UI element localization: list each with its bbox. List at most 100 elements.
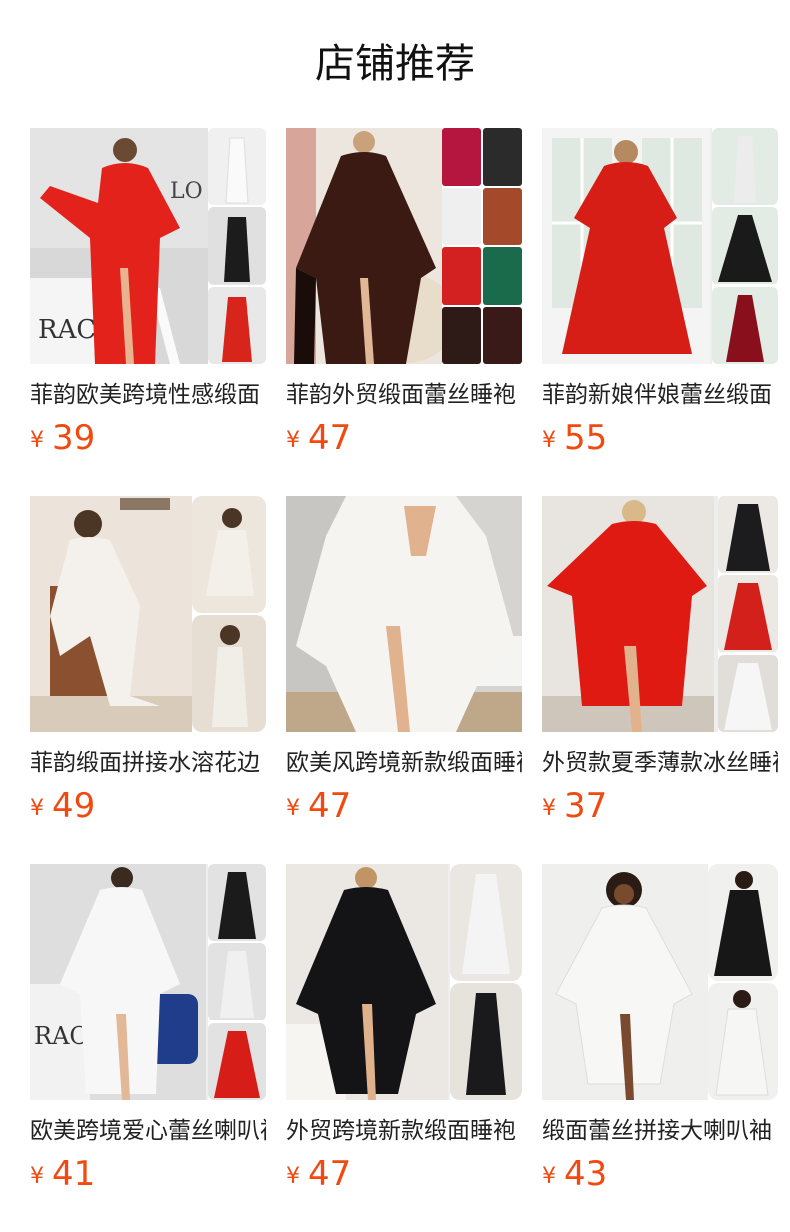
product-grid: RAC LO 菲韵欧美跨境性感缎面 ¥39 菲韵外贸缎面蕾丝睡袍 ¥ 47 菲韵… (30, 128, 780, 1220)
price-value: 49 (52, 786, 96, 826)
product-photo (286, 128, 442, 364)
variant-thumbnails (208, 128, 266, 364)
price-value: 37 (564, 786, 608, 826)
currency-symbol: ¥ (286, 796, 300, 821)
product-price: ¥39 (30, 418, 266, 458)
price-value: 39 (52, 418, 96, 458)
variant-thumbnails (708, 864, 778, 1100)
svg-text:RAC: RAC (38, 315, 96, 345)
variant-thumb (192, 615, 266, 732)
currency-symbol: ¥ (542, 796, 556, 821)
variant-thumb (208, 286, 266, 364)
variant-thumbnails (442, 128, 522, 364)
currency-symbol: ¥ (30, 1164, 44, 1189)
product-photo: RAC (30, 864, 206, 1100)
product-image[interactable]: RAC LO (30, 128, 266, 364)
price-value: 43 (564, 1154, 608, 1194)
product-image[interactable] (286, 864, 522, 1100)
variant-thumb (208, 864, 266, 941)
product-card[interactable]: 外贸跨境新款缎面睡袍 ¥47 (286, 864, 522, 1220)
section-title: 店铺推荐 (315, 41, 475, 87)
currency-symbol: ¥ (30, 428, 44, 453)
product-photo (286, 864, 448, 1100)
variant-thumb (442, 306, 481, 364)
product-image[interactable] (286, 496, 522, 732)
svg-text:RAC: RAC (34, 1022, 88, 1050)
product-photo (542, 496, 714, 732)
product-name: 外贸跨境新款缎面睡袍 (286, 1118, 516, 1144)
currency-symbol: ¥ (286, 428, 300, 453)
variant-thumb (442, 187, 481, 245)
currency-symbol: ¥ (542, 1164, 556, 1189)
price-value: 47 (308, 418, 352, 458)
variant-thumb (708, 983, 778, 1100)
variant-thumb (442, 247, 481, 305)
product-name: 欧美跨境爱心蕾丝喇叭袖 (30, 1118, 266, 1144)
product-price: ¥55 (542, 418, 778, 458)
currency-symbol: ¥ (286, 1164, 300, 1189)
variant-thumb (208, 1022, 266, 1100)
product-name: 菲韵缎面拼接水溶花边 (30, 750, 260, 776)
svg-text:LO: LO (170, 179, 203, 204)
product-image[interactable] (542, 496, 778, 732)
product-price: ¥37 (542, 786, 778, 826)
variant-thumb (450, 864, 522, 981)
variant-thumb (712, 286, 778, 364)
variant-thumbnails (712, 128, 778, 364)
product-price: ¥47 (286, 1154, 522, 1194)
product-card[interactable]: 菲韵缎面拼接水溶花边 ¥49 (30, 496, 266, 852)
product-name: 菲韵新娘伴娘蕾丝缎面 (542, 382, 772, 408)
price-value: 47 (308, 1154, 352, 1194)
variant-thumb (708, 864, 778, 981)
product-card[interactable]: 外贸款夏季薄款冰丝睡袍 ¥37 (542, 496, 778, 852)
variant-thumb (208, 943, 266, 1021)
variant-thumb (483, 306, 522, 364)
product-name: 缎面蕾丝拼接大喇叭袖 (542, 1118, 772, 1144)
product-price: ¥41 (30, 1154, 266, 1194)
product-card[interactable]: RAC 欧美跨境爱心蕾丝喇叭袖 ¥41 (30, 864, 266, 1220)
product-name: 欧美风跨境新款缎面睡袍 (286, 750, 522, 776)
product-card[interactable]: 缎面蕾丝拼接大喇叭袖 ¥43 (542, 864, 778, 1220)
variant-thumb (483, 128, 522, 186)
variant-thumb (442, 128, 481, 186)
product-photo (286, 496, 522, 732)
product-name: 外贸款夏季薄款冰丝睡袍 (542, 750, 778, 776)
price-value: 47 (308, 786, 352, 826)
variant-thumb (712, 128, 778, 205)
currency-symbol: ¥ (30, 796, 44, 821)
product-name: 菲韵外贸缎面蕾丝睡袍 (286, 382, 516, 408)
shop-recommendations-page: 店铺推荐 RAC LO 菲韵欧美跨境性感缎面 ¥ 39 菲韵外贸缎面蕾丝睡袍 ¥… (0, 0, 790, 1232)
product-price: ¥47 (286, 418, 522, 458)
variant-thumb (192, 496, 266, 613)
variant-thumb (718, 654, 778, 732)
currency-symbol: ¥ (542, 428, 556, 453)
product-image[interactable] (542, 128, 778, 364)
price-value: 41 (52, 1154, 96, 1194)
product-card[interactable]: 欧美风跨境新款缎面睡袍 ¥47 (286, 496, 522, 852)
variant-thumbnails (192, 496, 266, 732)
variant-thumb (712, 207, 778, 285)
product-card[interactable]: RAC LO 菲韵欧美跨境性感缎面 ¥39 (30, 128, 266, 484)
product-image[interactable] (286, 128, 522, 364)
product-card[interactable]: 菲韵外贸缎面蕾丝睡袍 ¥47 (286, 128, 522, 484)
variant-thumb (208, 207, 266, 285)
variant-thumbnails (718, 496, 778, 732)
variant-thumbnails (450, 864, 522, 1100)
product-card[interactable]: 菲韵新娘伴娘蕾丝缎面 ¥55 (542, 128, 778, 484)
product-image[interactable] (30, 496, 266, 732)
product-photo (30, 496, 192, 732)
price-value: 55 (564, 418, 608, 458)
product-image[interactable] (542, 864, 778, 1100)
variant-thumb (718, 496, 778, 573)
variant-thumb (483, 187, 522, 245)
variant-thumb (208, 128, 266, 206)
variant-thumb (718, 575, 778, 653)
product-price: ¥49 (30, 786, 266, 826)
product-price: ¥43 (542, 1154, 778, 1194)
product-name: 菲韵欧美跨境性感缎面 (30, 382, 260, 408)
product-image[interactable]: RAC (30, 864, 266, 1100)
product-photo (542, 864, 708, 1100)
product-photo: RAC LO (30, 128, 208, 364)
product-price: ¥47 (286, 786, 522, 826)
variant-thumbnails (208, 864, 266, 1100)
